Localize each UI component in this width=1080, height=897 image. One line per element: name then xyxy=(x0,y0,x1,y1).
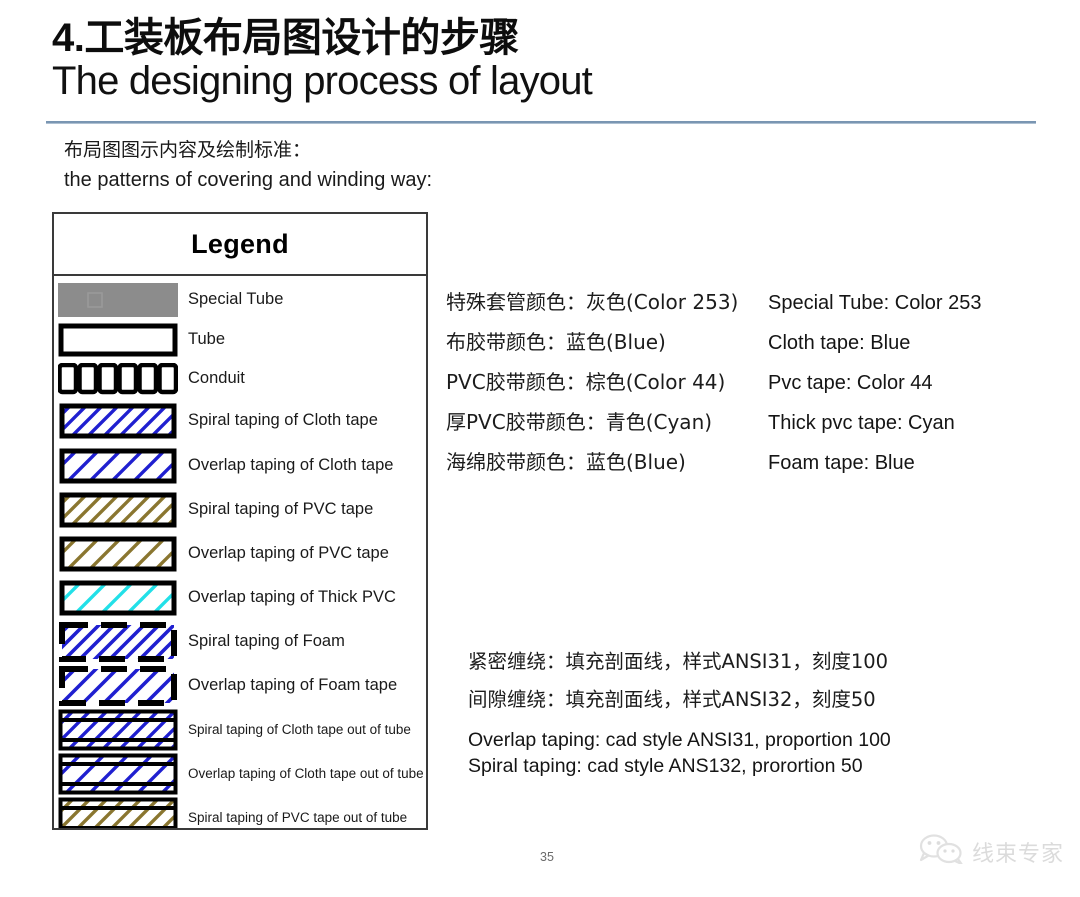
legend-label: Spiral taping of Cloth tape out of tube xyxy=(188,721,411,737)
subtitle-cn: 布局图图示内容及绘制标准： xyxy=(64,139,312,161)
legend-row: Conduit xyxy=(54,360,426,398)
legend-label: Tube xyxy=(188,330,225,349)
page-number: 35 xyxy=(540,850,554,864)
legend-label: Spiral taping of Foam xyxy=(188,632,345,651)
legend-row: Tube xyxy=(54,320,426,360)
legend-header: Legend xyxy=(54,214,426,276)
legend-row: Spiral taping of Cloth tape out of tube xyxy=(54,708,426,752)
legend-row: Spiral taping of PVC tape out of tube xyxy=(54,796,426,828)
title-divider-rule xyxy=(46,121,1036,124)
color-note-line: 厚PVC胶带颜色：青色(Cyan) Thick pvc tape: Cyan xyxy=(446,406,1066,446)
legend-row: Overlap taping of Cloth tape out of tube xyxy=(54,752,426,796)
process-notes-block: 紧密缠绕：填充剖面线，样式ANSI31，刻度100 间隙缠绕：填充剖面线，样式A… xyxy=(468,652,1068,780)
color-note-line: 海绵胶带颜色：蓝色(Blue) Foam tape: Blue xyxy=(446,446,1066,486)
legend-label: Overlap taping of Cloth tape xyxy=(188,456,394,475)
color-note-en: Foam tape: Blue xyxy=(768,452,915,474)
legend-row: Spiral taping of Cloth tape xyxy=(54,398,426,444)
legend-label: Overlap taping of Cloth tape out of tube xyxy=(188,765,424,781)
process-note-cn-2: 间隙缠绕：填充剖面线，样式ANSI32，刻度50 xyxy=(468,687,876,711)
legend-swatch-overlap-cloth-out xyxy=(54,753,182,795)
color-note-cn: 厚PVC胶带颜色：青色(Cyan) xyxy=(446,410,713,434)
legend-swatch-spiral-cloth-out xyxy=(54,709,182,751)
process-note-cn-1: 紧密缠绕：填充剖面线，样式ANSI31，刻度100 xyxy=(468,650,889,673)
legend-swatch-conduit xyxy=(54,363,182,395)
legend-label: Conduit xyxy=(188,369,245,388)
color-note-en: Cloth tape: Blue xyxy=(768,332,911,354)
process-note-en-1: Overlap taping: cad style ANSI31, propor… xyxy=(468,729,891,751)
legend-row: Spiral taping of Foam xyxy=(54,620,426,664)
slide-title-block: 4.工装板布局图设计的步骤 The designing process of l… xyxy=(52,16,1052,104)
subtitle-en: the patterns of covering and winding way… xyxy=(64,169,432,192)
process-note-en-2: Spiral taping: cad style ANS132, prorort… xyxy=(468,755,863,778)
legend-label: Spiral taping of PVC tape xyxy=(188,500,374,519)
color-note-en: Thick pvc tape: Cyan xyxy=(768,412,955,434)
legend-row: Overlap taping of Cloth tape xyxy=(54,444,426,488)
legend-label: Overlap taping of Thick PVC xyxy=(188,588,396,607)
legend-label: Spiral taping of Cloth tape xyxy=(188,411,378,430)
legend-row: Overlap taping of PVC tape xyxy=(54,532,426,576)
color-note-en: Special Tube: Color 253 xyxy=(768,292,982,314)
color-note-line: PVC胶带颜色：棕色(Color 44) Pvc tape: Color 44 xyxy=(446,366,1066,406)
legend-swatch-spiral-foam xyxy=(54,621,182,663)
legend-swatch-spiral-pvc xyxy=(54,491,182,529)
legend-row: Overlap taping of Foam tape xyxy=(54,664,426,708)
watermark-text: 线束专家 xyxy=(971,841,1064,867)
wechat-icon xyxy=(918,834,964,869)
legend-swatch-overlap-pvc xyxy=(54,535,182,573)
page-title-en: The designing process of layout xyxy=(52,58,593,103)
legend-swatch-tube xyxy=(54,323,182,357)
color-note-line: 特殊套管颜色：灰色(Color 253) Special Tube: Color … xyxy=(446,286,1066,326)
legend-label: Special Tube xyxy=(188,290,284,309)
color-notes-block: 特殊套管颜色：灰色(Color 253) Special Tube: Color … xyxy=(446,286,1066,486)
legend-swatch-overlap-cloth xyxy=(54,447,182,485)
legend-row: Spiral taping of PVC tape xyxy=(54,488,426,532)
legend-swatch-special-tube xyxy=(54,283,182,317)
subtitle-block: 布局图图示内容及绘制标准： the patterns of covering a… xyxy=(64,136,432,195)
legend-swatch-spiral-pvc-out xyxy=(54,797,182,828)
legend-box: Legend Special Tube Tube Conduit Spiral tap… xyxy=(52,212,428,830)
legend-swatch-overlap-thick-pvc xyxy=(54,579,182,617)
color-note-cn: 布胶带颜色：蓝色(Blue) xyxy=(446,330,666,354)
legend-swatch-spiral-cloth xyxy=(54,402,182,440)
color-note-cn: 海绵胶带颜色：蓝色(Blue) xyxy=(446,450,686,474)
color-note-cn: 特殊套管颜色：灰色(Color 253) xyxy=(446,290,739,314)
legend-swatch-overlap-foam xyxy=(54,665,182,707)
color-note-cn: PVC胶带颜色：棕色(Color 44) xyxy=(446,370,726,394)
color-note-en: Pvc tape: Color 44 xyxy=(768,372,933,394)
legend-label: Spiral taping of PVC tape out of tube xyxy=(188,809,408,825)
legend-row-list: Special Tube Tube Conduit Spiral taping of … xyxy=(54,276,426,828)
legend-row: Special Tube xyxy=(54,280,426,320)
legend-row: Overlap taping of Thick PVC xyxy=(54,576,426,620)
legend-label: Overlap taping of Foam tape xyxy=(188,676,398,695)
legend-title: Legend xyxy=(191,228,289,259)
page-title-cn: 4.工装板布局图设计的步骤 xyxy=(52,16,519,60)
legend-label: Overlap taping of PVC tape xyxy=(188,544,389,563)
color-note-line: 布胶带颜色：蓝色(Blue) Cloth tape: Blue xyxy=(446,326,1066,366)
watermark: 线束专家 xyxy=(918,834,1064,869)
